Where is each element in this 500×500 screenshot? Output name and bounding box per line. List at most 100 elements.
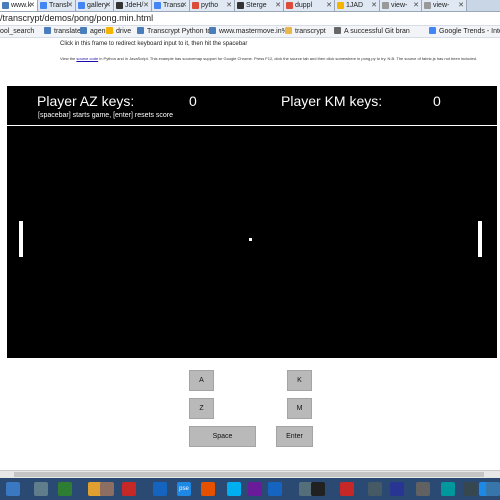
source-suffix: in Python and in JavaScript. This exampl… [98,56,478,61]
word-icon[interactable] [268,482,282,496]
tab-close-icon[interactable]: ✕ [226,0,232,11]
tab-close-icon[interactable]: ✕ [326,0,332,11]
bookmark-label: drive [116,28,132,35]
tab-favicon-icon [382,2,389,9]
browser-tab[interactable]: view- ✕ [422,0,467,11]
firefox-icon[interactable] [201,482,215,496]
browser-tab[interactable]: Sterge ✕ [235,0,284,11]
browser-tab-strip: www.k ✕ Transl ✕ gallery ✕ JdeH/✕ Transc ✕ pytho ✕… [0,0,500,12]
paint-icon[interactable] [340,482,354,496]
bookmark-item[interactable]: Google Trends - Inte [429,26,500,37]
tab-close-icon[interactable]: ✕ [29,0,35,11]
gear-icon[interactable] [416,482,430,496]
bookmark-icon [209,27,216,34]
browser-tab[interactable]: gallery ✕ [76,0,114,11]
right-paddle [478,221,482,257]
globe-icon[interactable] [153,482,167,496]
scrollbar-thumb[interactable] [14,472,484,477]
tab-title: JdeH/ [125,2,144,9]
tab-favicon-icon [286,2,293,9]
tab-close-icon[interactable]: ✕ [275,0,281,11]
tab-close-icon[interactable]: ✕ [105,0,111,11]
bookmark-label: transcrypt [295,28,326,35]
chrome-icon[interactable] [122,482,136,496]
browser-tab[interactable]: duppl ✕ [284,0,335,11]
tab-favicon-icon [40,2,47,9]
bookmark-icon [429,27,436,34]
browser-tab[interactable]: www.k ✕ [0,0,38,11]
bookmark-icon [137,27,144,34]
tab-close-icon[interactable]: ✕ [143,0,149,11]
settings-icon[interactable] [368,482,382,496]
browser-tab[interactable]: JdeH/✕ [114,0,152,11]
tab-close-icon[interactable]: ✕ [181,0,187,11]
tab-close-icon[interactable]: ✕ [413,0,419,11]
bookmark-item[interactable]: translate [44,26,81,37]
bookmark-icon [80,27,87,34]
terminal-icon[interactable] [311,482,325,496]
printer-icon[interactable] [34,482,48,496]
app-icon[interactable] [390,482,404,496]
key-a-button[interactable]: A [189,370,214,391]
skype-icon[interactable] [227,482,241,496]
tab-favicon-icon [116,2,123,9]
bookmark-icon [334,27,341,34]
url-text[interactable]: /transcrypt/demos/pong/pong.min.html [0,12,153,25]
tab-favicon-icon [192,2,199,9]
bookmark-label: translate [54,28,81,35]
pse-icon[interactable]: pse [177,482,191,496]
bookmark-icon [285,27,292,34]
browser-tab[interactable]: view- ✕ [380,0,422,11]
tab-title: 1JAD [346,2,364,9]
bookmark-item[interactable]: transcrypt [285,26,326,37]
bookmark-item[interactable]: Transcrypt Python to [137,26,211,37]
key-space-button[interactable]: Space [189,426,256,447]
bookmark-item[interactable]: A successful Git bran [334,26,410,37]
bookmark-item[interactable]: www.mastermove.in% [209,26,288,37]
game-hint: [spacebar] starts game, [enter] resets s… [38,112,174,119]
score-divider [7,125,497,126]
pong-canvas[interactable]: Player AZ keys: 0 Player KM keys: 0 [spa… [7,86,497,358]
player-az-label: Player AZ keys: [37,93,135,109]
network-icon[interactable] [463,482,477,496]
tab-close-icon[interactable]: ✕ [458,0,464,11]
tab-favicon-icon [78,2,85,9]
tab-close-icon[interactable]: ✕ [371,0,377,11]
bookmark-icon [106,27,113,34]
bookmark-label: www.mastermove.in% [219,28,288,35]
tab-title: view- [433,2,450,9]
player-az-score: 0 [189,93,197,109]
address-bar[interactable]: /transcrypt/demos/pong/pong.min.html [0,12,500,26]
tab-title: Transl [49,2,69,9]
bookmark-item[interactable]: ool_search [0,26,34,37]
browser-tab[interactable]: Transl ✕ [38,0,76,11]
bookmarks-bar: ool_search translate agenda drive Transcrypt… [0,26,500,38]
key-enter-button[interactable]: Enter [276,426,313,447]
arduino-icon[interactable] [441,482,455,496]
horizontal-scrollbar[interactable] [0,470,500,478]
left-paddle [19,221,23,257]
search-icon[interactable] [100,482,114,496]
bookmark-label: Google Trends - Inte [439,28,500,35]
source-code-link[interactable]: source code [76,56,98,61]
tab-title: Sterge [246,2,267,9]
bookmark-icon [44,27,51,34]
start-icon[interactable] [6,482,20,496]
key-k-button[interactable]: K [287,370,312,391]
browser-tab[interactable]: Transc ✕ [152,0,190,11]
media-icon[interactable] [248,482,262,496]
tab-title: view- [391,2,408,9]
python-icon[interactable] [486,482,500,496]
browser-tab[interactable]: 1JAD ✕ [335,0,380,11]
key-m-button[interactable]: M [287,398,312,419]
tab-favicon-icon [237,2,244,9]
browser-tab[interactable]: pytho ✕ [190,0,235,11]
bookmark-label: Transcrypt Python to [147,28,212,35]
tab-favicon-icon [424,2,431,9]
tab-title: pytho [201,2,219,9]
tab-close-icon[interactable]: ✕ [67,0,73,11]
chart-icon[interactable] [58,482,72,496]
bookmark-item[interactable]: drive [106,26,131,37]
key-z-button[interactable]: Z [189,398,214,419]
tab-title: duppl [295,2,313,9]
